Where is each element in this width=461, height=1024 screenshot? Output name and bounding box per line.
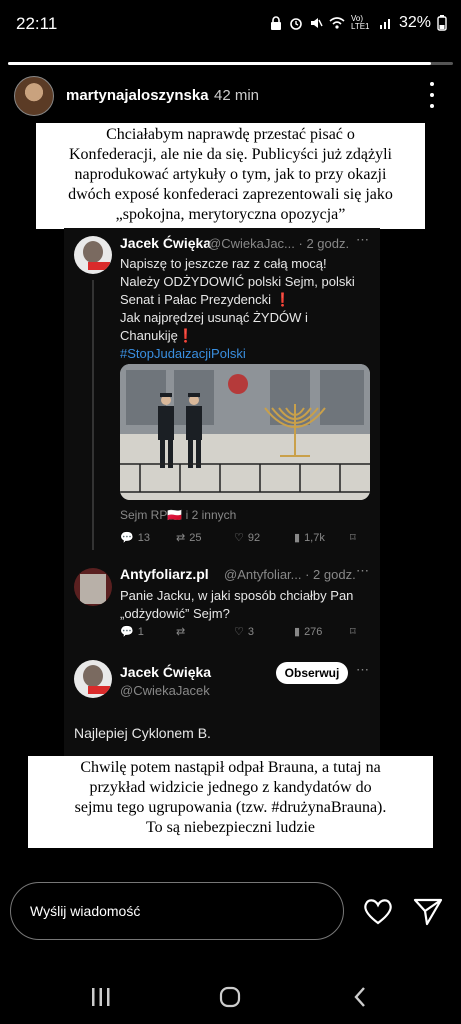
tweet-avatar <box>74 236 112 274</box>
lock-icon <box>270 16 281 30</box>
tagged-users: Sejm RP🇵🇱 i 2 innych <box>120 508 237 522</box>
tweet-author-name: Antyfoliarz.pl <box>120 566 209 582</box>
caption-bottom: Chwilę potem nastąpił odpał Brauna, a tu… <box>28 756 433 848</box>
more-icon[interactable] <box>422 82 442 108</box>
bookmark-icon: ⌑ <box>350 626 356 638</box>
tweet-line: Jak najprędzej usunąć ŻYDÓW i <box>120 310 308 325</box>
tweet-handle: @Antyfoliar... · 2 godz. <box>224 567 356 582</box>
reply-count: 💬 13 <box>120 531 150 545</box>
story-time: 42 min <box>214 87 260 104</box>
reply-icon: 💬 <box>120 626 134 638</box>
views-icon: ▮ <box>294 532 301 544</box>
reply-count: 💬 1 <box>120 625 144 639</box>
tweet-line: Panie Jacku, w jaki sposób chciałby Pan <box>120 588 354 603</box>
caption-line: dwóch exposé konfederaci zaprezentowali … <box>68 186 393 203</box>
tweet-line: „odżydowić” Sejm? <box>120 606 230 621</box>
tweet-avatar <box>74 568 112 606</box>
tweet-text: Napiszę to jeszcze raz z całą mocą! Nale… <box>120 255 375 363</box>
tweet-avatar <box>74 660 112 698</box>
retweet-icon: ⇄ <box>176 626 186 638</box>
views-count-value: 276 <box>304 625 323 638</box>
menorah-photo-image <box>120 364 370 500</box>
tweet-line: Senat i Pałac Prezydencki ❗ <box>120 291 375 309</box>
like-count: ♡ 3 <box>234 625 254 639</box>
story-progress-fill <box>8 62 431 65</box>
battery-percent: 32% <box>398 14 431 31</box>
retweet-count: ⇄ 25 <box>176 531 202 545</box>
like-icon: ♡ <box>234 532 244 544</box>
tweet-more-icon: ⋯ <box>356 563 369 578</box>
views-count-value: 1,7k <box>304 531 325 544</box>
message-placeholder: Wyślij wiadomość <box>30 903 141 919</box>
tweet-text: Najlepiej Cyklonem B. <box>74 725 211 741</box>
reply-count-value: 13 <box>137 531 150 544</box>
exclamation-icon: ❗ <box>177 328 195 343</box>
caption-line: Chciałabym naprawdę przestać pisać o <box>106 126 355 143</box>
username[interactable]: martynajaloszynska <box>66 87 209 104</box>
tweet-line: Napiszę to jeszcze raz z całą mocą! <box>120 256 327 271</box>
tweet-author-name: Jacek Ćwięka <box>120 235 212 251</box>
signal-icon <box>379 19 390 29</box>
tweet-text: Panie Jacku, w jaki sposób chciałby Pan … <box>120 587 375 623</box>
status-time: 22:11 <box>16 14 58 33</box>
tweet-handle: @CwiekaJacek <box>120 683 210 698</box>
home-icon[interactable] <box>218 985 242 1009</box>
caption-line: naprodukować artykuły o tym, jak to przy… <box>74 166 387 183</box>
exclamation-icon: ❗ <box>274 292 291 307</box>
mute-icon <box>310 18 323 28</box>
caption-line: „spokojna, merytoryczna opozycja” <box>115 206 346 223</box>
caption-line: To są niebezpieczni ludzie <box>145 819 316 836</box>
back-icon[interactable] <box>350 985 370 1009</box>
tweet-more-icon: ⋯ <box>356 232 369 247</box>
views-count: ▮ 1,7k <box>294 531 325 545</box>
caption-line: przykład widzicie jednego z kandydatów d… <box>89 779 372 796</box>
caption-line: sejmu tego ugrupowania (tzw. #drużynaBra… <box>74 799 387 816</box>
reply-count-value: 1 <box>137 625 144 638</box>
status-bar: 22:11 Vo) LTE1 32% <box>0 0 461 50</box>
avatar[interactable] <box>14 76 54 116</box>
retweet-icon: ⇄ <box>176 532 186 544</box>
wifi-icon <box>329 17 345 29</box>
alarm-icon <box>290 18 302 30</box>
retweet-count-value: 25 <box>189 531 202 544</box>
like-count-value: 3 <box>247 625 254 638</box>
recent-apps-icon[interactable] <box>90 986 112 1008</box>
heart-icon[interactable] <box>362 896 394 926</box>
thread-line <box>92 280 94 550</box>
views-icon: ▮ <box>294 626 301 638</box>
bookmark-icon: ⌑ <box>350 532 356 544</box>
tweet-line-text: Chanukiję <box>120 328 178 343</box>
system-nav-bar <box>0 970 461 1024</box>
tweet-line: Chanukiję❗ <box>120 327 375 345</box>
caption-line: Chwilę potem nastąpił odpał Brauna, a tu… <box>80 759 381 776</box>
tweet-author-name: Jacek Ćwięka <box>120 664 212 680</box>
battery-icon <box>437 15 447 31</box>
caption-top: Chciałabym naprawdę przestać pisać o Kon… <box>36 123 425 229</box>
like-count-value: 92 <box>247 531 261 544</box>
send-icon[interactable] <box>412 896 444 926</box>
follow-button: Obserwuj <box>276 662 348 684</box>
hashtag-link: #StopJudaizacjiPolski <box>120 346 246 361</box>
network-label: Vo) LTE1 <box>350 14 370 31</box>
reply-icon: 💬 <box>120 532 134 544</box>
like-icon: ♡ <box>234 626 244 638</box>
caption-line: Konfederacji, ale nie da się. Publicyści… <box>69 146 392 163</box>
tweet-line: Należy ODŻYDOWIĆ polski Sejm, polski <box>120 274 355 289</box>
tweet-line-text: Senat i Pałac Prezydencki <box>120 292 272 307</box>
status-icons: Vo) LTE1 32% <box>269 14 447 32</box>
views-count: ▮ 276 <box>294 625 323 639</box>
like-count: ♡ 92 <box>234 531 261 545</box>
tweet-more-icon: ⋯ <box>356 662 369 677</box>
tweet-handle: @CwiekaJac... · 2 godz. <box>208 236 350 251</box>
tweet-photo <box>120 364 370 500</box>
